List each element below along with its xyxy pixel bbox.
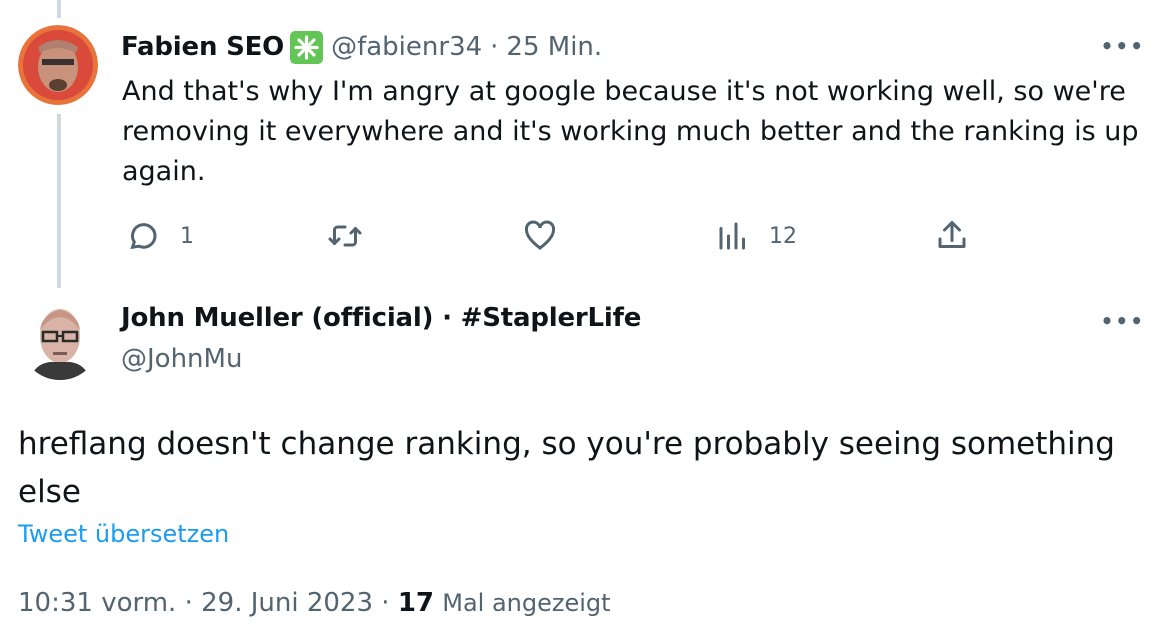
- more-options-icon[interactable]: •••: [1101, 34, 1145, 58]
- author-name[interactable]: Fabien SEO: [121, 32, 284, 62]
- tweet-1-header: Fabien SEO @fabienr34 · 25 Min.: [121, 30, 602, 64]
- tweet-2-text: hreflang doesn't change ranking, so you'…: [18, 426, 1115, 510]
- share-button[interactable]: [934, 218, 970, 254]
- tweet-meta: 10:31 vorm. · 29. Juni 2023 · 17 Mal ang…: [18, 588, 611, 618]
- retweet-icon: [328, 225, 362, 247]
- like-button[interactable]: [522, 218, 558, 254]
- avatar-fabien[interactable]: [18, 25, 98, 105]
- views-count: 12: [769, 223, 797, 249]
- thread-line: [57, 114, 61, 288]
- author-handle[interactable]: @fabienr34: [331, 32, 482, 62]
- author-handle[interactable]: @JohnMu: [121, 344, 242, 374]
- views-button[interactable]: 12: [715, 218, 797, 254]
- tweet-date[interactable]: 29. Juni 2023: [201, 588, 373, 618]
- tweet-time[interactable]: 10:31 vorm.: [18, 588, 176, 618]
- tweet-1-text: And that's why I'm angry at google becau…: [122, 76, 1139, 187]
- retweet-button[interactable]: [327, 218, 363, 254]
- views-label: Mal angezeigt: [442, 589, 611, 617]
- tweet-timestamp[interactable]: 25 Min.: [506, 32, 602, 62]
- analytics-icon: [719, 222, 745, 250]
- reply-button[interactable]: 1: [122, 218, 194, 254]
- meta-separator: ·: [381, 588, 390, 618]
- share-icon: [938, 221, 966, 248]
- header-separator: ·: [490, 32, 499, 62]
- reply-icon: [130, 223, 157, 250]
- heart-icon: [524, 220, 556, 250]
- tweet-actions: 1 12: [122, 218, 1022, 254]
- reply-count: 1: [180, 223, 194, 249]
- meta-separator: ·: [184, 588, 193, 618]
- author-name[interactable]: John Mueller (official) · #StaplerLife: [121, 303, 641, 333]
- translate-tweet-link[interactable]: Tweet übersetzen: [18, 520, 229, 548]
- views-count: 17: [397, 588, 434, 618]
- thread-line-top: [57, 0, 61, 18]
- more-options-icon[interactable]: •••: [1101, 309, 1145, 333]
- checkmark-badge-icon: [290, 30, 324, 64]
- avatar-johnmu[interactable]: [20, 300, 100, 380]
